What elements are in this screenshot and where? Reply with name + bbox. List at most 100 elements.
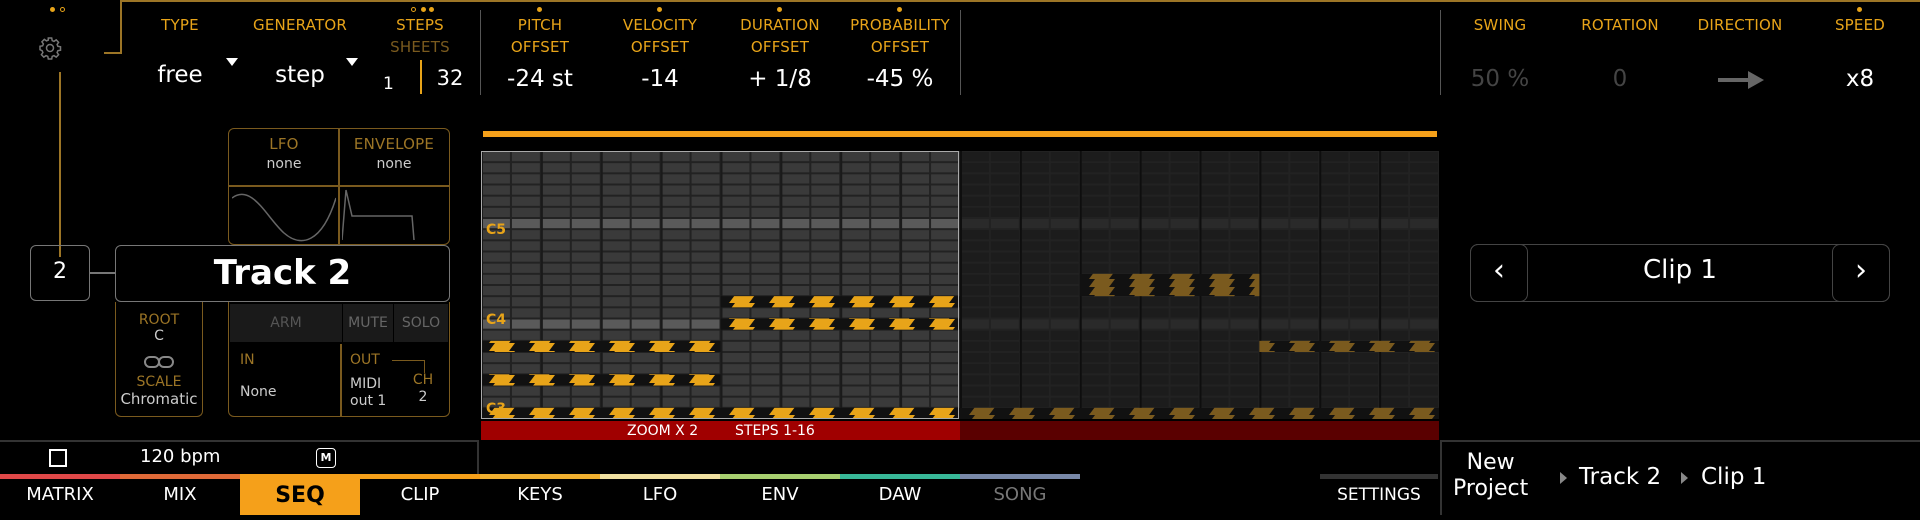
grid-cell [1020,319,1049,329]
tab-seq[interactable]: SEQ [240,474,360,515]
swing-value[interactable]: 50 % [1450,66,1550,92]
scale-value[interactable]: Chromatic [115,390,203,408]
breadcrumb-track[interactable]: Track 2 [1579,464,1661,490]
duration-offset-value[interactable]: + 1/8 [730,66,830,92]
tab-lfo[interactable]: LFO [600,470,720,515]
pitch-offset-value[interactable]: -24 st [490,66,590,92]
next-clip-button[interactable]: › [1832,244,1890,302]
solo-button[interactable]: SOLO [394,304,448,342]
out-value[interactable]: MIDI out 1 [350,376,400,410]
breadcrumb-clip[interactable]: Clip 1 [1701,464,1766,490]
grid-cell [1110,319,1139,329]
grid-cell [901,196,930,206]
tab-keys[interactable]: KEYS [480,470,600,515]
grid-cell [841,341,870,351]
tab-song[interactable]: SONG [960,470,1080,515]
grid-cell [1290,375,1319,385]
grid-cell [1050,207,1079,217]
lfo-value[interactable]: none [230,156,338,172]
type-value[interactable]: free [140,62,220,88]
grid-cell [631,297,660,307]
grid-cell [841,241,870,251]
grid-cell [871,163,900,173]
grid-cell [1110,397,1139,407]
speed-value[interactable]: x8 [1810,66,1910,92]
tab-clip[interactable]: CLIP [360,470,480,515]
velocity-offset-value[interactable]: -14 [610,66,710,92]
arm-button[interactable]: ARM [230,304,342,342]
grid-cell [631,397,660,407]
grid-cell [721,330,750,340]
grid-cell [601,152,630,162]
grid-cell [841,207,870,217]
dropdown-arrow-icon[interactable] [226,58,238,66]
grid-cell [931,353,959,363]
grid-cell [1140,207,1169,217]
grid-cell [1380,353,1409,363]
in-label: IN [240,352,255,368]
grid-cell [1170,308,1199,318]
grid-cell [1320,375,1349,385]
grid-cell [1110,375,1139,385]
track-name-box[interactable]: Track 2 [115,245,450,302]
grid-cell [691,207,720,217]
grid-cell [901,207,930,217]
grid-cell [1410,375,1438,385]
root-value[interactable]: C [115,328,203,344]
prev-clip-button[interactable]: ‹ [1470,244,1528,302]
grid-cell [1410,397,1438,407]
tab-mix[interactable]: MIX [120,470,240,515]
grid-cell [841,152,870,162]
metronome-icon[interactable]: M [316,448,336,468]
grid-cell [631,263,660,273]
grid-cell [1380,263,1409,273]
grid-cell [1080,152,1109,162]
grid-cell [661,163,690,173]
tab-daw[interactable]: DAW [840,470,960,515]
gear-icon[interactable] [38,36,62,60]
metronome-label: M [320,451,332,464]
tab-matrix[interactable]: MATRIX [0,470,120,515]
rotation-value[interactable]: 0 [1570,66,1670,92]
beat-line [960,151,962,419]
grid-cell [871,308,900,318]
grid-cell [571,319,600,329]
track-number-box[interactable]: 2 [30,245,90,301]
grid-cell [871,241,900,251]
grid-cell [691,364,720,374]
grid-cell [841,364,870,374]
grid-cell [901,263,930,273]
link-icon[interactable] [144,354,174,368]
grid-cell [1200,397,1229,407]
grid-cell [990,152,1019,162]
breadcrumb-project[interactable]: New Project [1453,450,1528,502]
grid-cell [1110,174,1139,184]
tab-env[interactable]: ENV [720,470,840,515]
ch-value[interactable]: 2 [408,389,438,405]
grid-cell [1260,152,1289,162]
dropdown-arrow-icon[interactable] [346,58,358,66]
generator-value[interactable]: step [250,62,350,88]
arrow-right-icon[interactable] [1718,68,1764,92]
grid-cell [781,163,810,173]
grid-cell [1140,353,1169,363]
grid-cell [1020,386,1049,396]
step-grid[interactable] [481,151,1439,419]
track-number: 2 [53,259,67,284]
steps-value[interactable]: 32 [430,66,470,90]
rotation-label: ROTATION [1581,16,1659,34]
mute-button[interactable]: MUTE [343,304,393,342]
grid-cell [1170,207,1199,217]
settings-tab[interactable]: SETTINGS [1320,470,1438,515]
grid-cell [781,308,810,318]
grid-cell [1200,319,1229,329]
grid-cell [661,319,690,329]
probability-offset-value[interactable]: -45 % [840,66,960,92]
bpm-value[interactable]: 120 bpm [140,446,220,467]
in-value[interactable]: None [240,384,300,400]
sheets-value[interactable]: 1 [383,74,394,94]
grid-cell [1290,386,1319,396]
stop-button[interactable] [49,449,67,467]
envelope-value[interactable]: none [340,156,448,172]
grid-cell [721,174,750,184]
